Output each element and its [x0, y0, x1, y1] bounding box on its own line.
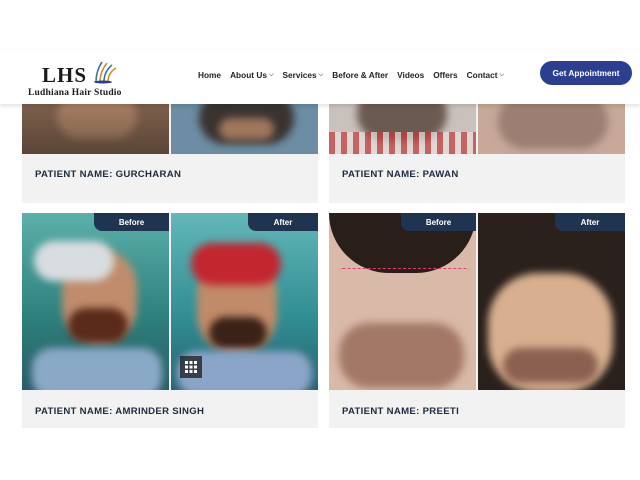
chevron-down-icon: ⌵	[318, 71, 324, 78]
before-label: Before	[401, 213, 476, 231]
site-logo[interactable]: LHS Ludhiana Hair Studio	[28, 58, 138, 98]
patient-name: PATIENT NAME: PAWAN	[342, 169, 459, 180]
patient-photo-pair[interactable]: Before After	[22, 213, 318, 390]
nav-label: Home	[198, 70, 222, 80]
site-header: LHS Ludhiana Hair Studio Home About Us ⌵ …	[0, 50, 640, 104]
patient-photo-pair[interactable]: Before After	[329, 213, 625, 390]
grid-icon[interactable]	[180, 356, 202, 378]
logo-subtitle: Ludhiana Hair Studio	[28, 88, 122, 98]
chevron-down-icon: ⌵	[499, 71, 505, 78]
main-nav: Home About Us ⌵ Services ⌵ Before & After …	[198, 70, 504, 80]
patient-photo-pair[interactable]	[329, 104, 625, 154]
nav-about-us[interactable]: About Us ⌵	[230, 70, 273, 80]
patient-card[interactable]: PATIENT NAME: GURCHARAN	[22, 104, 318, 203]
chevron-down-icon: ⌵	[268, 71, 274, 78]
after-photo	[171, 104, 318, 154]
nav-services[interactable]: Services ⌵	[283, 70, 324, 80]
before-photo	[22, 213, 169, 390]
nav-videos[interactable]: Videos	[397, 70, 424, 80]
after-label: After	[555, 213, 625, 231]
nav-label: Videos	[397, 70, 425, 80]
logo-text: LHS	[42, 63, 88, 87]
patient-name: PATIENT NAME: GURCHARAN	[35, 169, 182, 180]
nav-before-after[interactable]: Before & After	[332, 70, 388, 80]
after-photo	[478, 104, 625, 154]
before-photo	[329, 213, 476, 390]
get-appointment-button[interactable]: Get Appointment	[540, 61, 632, 85]
hair-follicle-icon	[94, 61, 117, 84]
patient-name: PATIENT NAME: AMRINDER SINGH	[35, 406, 205, 417]
patient-card[interactable]: PATIENT NAME: PAWAN	[329, 104, 625, 203]
nav-home[interactable]: Home	[198, 70, 221, 80]
before-label: Before	[94, 213, 169, 231]
nav-label: Services	[282, 70, 317, 80]
patient-name: PATIENT NAME: PREETI	[342, 406, 460, 417]
nav-label: Contact	[466, 70, 498, 80]
before-photo	[329, 104, 476, 154]
patient-card[interactable]: Before After PATIENT NAME: AMRINDER SING…	[22, 213, 318, 428]
nav-label: About Us	[230, 70, 267, 80]
nav-contact[interactable]: Contact ⌵	[467, 70, 504, 80]
nav-label: Offers	[433, 70, 458, 80]
before-photo	[22, 104, 169, 154]
patient-photo-pair[interactable]	[22, 104, 318, 154]
nav-offers[interactable]: Offers	[433, 70, 457, 80]
page-blank-area	[0, 428, 640, 480]
after-label: After	[248, 213, 318, 231]
patient-card[interactable]: Before After PATIENT NAME: PREETI	[329, 213, 625, 428]
before-after-gallery: PATIENT NAME: GURCHARAN PATIENT NAME: PA…	[0, 104, 640, 428]
nav-label: Before & After	[332, 70, 389, 80]
after-photo	[478, 213, 625, 390]
